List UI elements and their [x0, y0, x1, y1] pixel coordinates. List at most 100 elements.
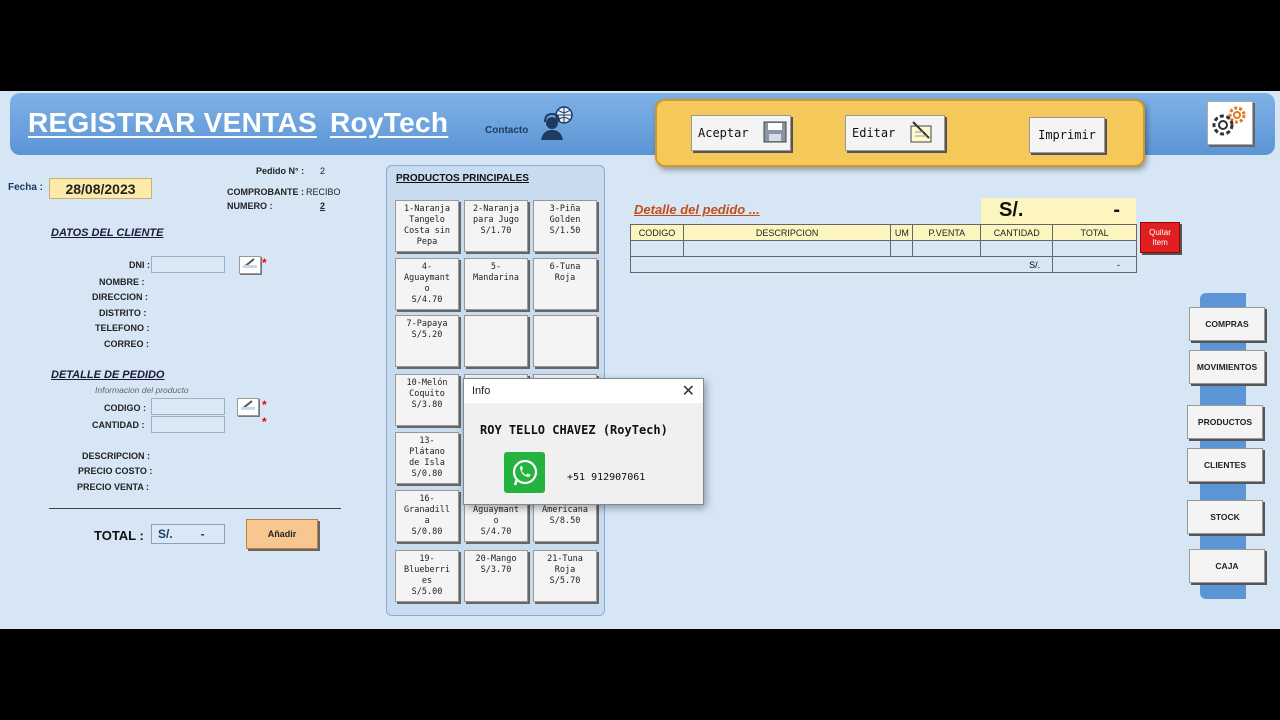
cantidad-field[interactable] — [151, 416, 225, 433]
codigo-label: CODIGO : — [104, 403, 146, 413]
col-um: UM — [890, 224, 914, 241]
aceptar-label: Aceptar — [698, 126, 749, 140]
col-pventa: P.VENTA — [912, 224, 982, 241]
editar-button[interactable]: Editar — [845, 115, 945, 151]
pedido-label: Pedido N° : — [256, 166, 305, 176]
quitar-item-button[interactable]: Quitar Item — [1140, 222, 1180, 253]
product-button[interactable]: 7-Papaya S/5.20 — [395, 315, 459, 367]
codigo-required-mark: * — [262, 398, 267, 412]
codigo-search-button[interactable] — [237, 398, 259, 416]
col-codigo: CODIGO — [630, 224, 684, 241]
dni-label: DNI : — [129, 260, 150, 270]
contact-icon[interactable] — [538, 105, 574, 146]
product-button[interactable]: 16- Granadill a S/0.80 — [395, 490, 459, 542]
numero-value: 2 — [320, 201, 326, 211]
dni-field[interactable] — [151, 256, 225, 273]
product-button[interactable] — [533, 315, 597, 367]
dialog-title: Info — [472, 385, 491, 397]
nav-stock-button[interactable]: STOCK — [1187, 500, 1263, 534]
codigo-field[interactable] — [151, 398, 225, 415]
distrito-label: DISTRITO : — [99, 308, 147, 318]
order-total-currency: S/. — [999, 199, 1024, 221]
pencil-icon — [240, 398, 256, 416]
contact-name: ROY TELLO CHAVEZ (RoyTech) — [480, 423, 668, 437]
correo-label: CORREO : — [104, 339, 149, 349]
fecha-field[interactable]: 28/08/2023 — [49, 178, 152, 199]
product-button[interactable]: 4- Aguaymant o S/4.70 — [395, 258, 459, 310]
total-currency: S/. — [158, 527, 173, 541]
edit-icon — [909, 120, 935, 147]
form-divider — [49, 508, 341, 509]
nav-productos-button[interactable]: PRODUCTOS — [1187, 405, 1263, 439]
save-icon — [763, 121, 787, 146]
fecha-label: Fecha : — [8, 182, 44, 193]
table-row[interactable] — [630, 240, 1137, 257]
page-title: REGISTRAR VENTAS — [28, 107, 317, 138]
dni-search-button[interactable] — [239, 256, 261, 274]
col-total: TOTAL — [1052, 224, 1137, 241]
product-button[interactable]: 5- Mandarina — [464, 258, 528, 310]
descripcion-label: DESCRIPCION : — [82, 451, 151, 461]
dni-required-mark: * — [262, 256, 267, 270]
col-descripcion: DESCRIPCION — [682, 224, 892, 241]
product-button[interactable]: 21-Tuna Roja S/5.70 — [533, 550, 597, 602]
cantidad-required-mark: * — [262, 415, 267, 429]
imprimir-label: Imprimir — [1038, 128, 1096, 142]
dialog-titlebar: Info ✕ — [464, 379, 703, 403]
info-dialog: Info ✕ ROY TELLO CHAVEZ (RoyTech) +51 91… — [463, 378, 704, 505]
app-window: REGISTRAR VENTAS RoyTech Contacto Acepta… — [0, 91, 1280, 629]
anadir-button[interactable]: Añadir — [246, 519, 318, 549]
product-button[interactable]: 2-Naranja para Jugo S/1.70 — [464, 200, 528, 252]
pedido-value: 2 — [320, 166, 326, 176]
total-label: TOTAL : — [94, 528, 144, 543]
nav-movimientos-button[interactable]: MOVIMIENTOS — [1189, 350, 1265, 384]
product-button[interactable]: 3-Piña Golden S/1.50 — [533, 200, 597, 252]
contact-label[interactable]: Contacto — [485, 125, 528, 136]
pencil-icon — [242, 256, 258, 274]
nombre-label: NOMBRE : — [99, 277, 145, 287]
cantidad-label: CANTIDAD : — [92, 420, 145, 430]
gear-icon — [1210, 103, 1250, 144]
nav-compras-button[interactable]: COMPRAS — [1189, 307, 1265, 341]
products-title: PRODUCTOS PRINCIPALES — [396, 173, 529, 184]
aceptar-button[interactable]: Aceptar — [691, 115, 791, 151]
col-cantidad: CANTIDAD — [980, 224, 1054, 241]
product-button[interactable]: 19- Blueberri es S/5.00 — [395, 550, 459, 602]
action-toolbar: Aceptar Editar Imprimir — [655, 99, 1145, 167]
contact-phone: +51 912907061 — [567, 472, 646, 483]
comprobante-label: COMPROBANTE : — [227, 187, 304, 197]
detalle-form-subtitle: Informacion del producto — [95, 385, 189, 395]
table-footer-row: S/. - — [629, 256, 1137, 273]
comprobante-value: RECIBO — [306, 187, 341, 197]
order-total-amount: - — [1113, 199, 1120, 221]
brand-title: RoyTech — [330, 107, 449, 138]
product-button[interactable]: 6-Tuna Roja — [533, 258, 597, 310]
order-table: CODIGO DESCRIPCION UM P.VENTA CANTIDAD T… — [629, 224, 1137, 273]
telefono-label: TELEFONO : — [95, 323, 150, 333]
precio-venta-label: PRECIO VENTA : — [77, 482, 150, 492]
total-amount: - — [200, 527, 205, 541]
product-button[interactable] — [464, 315, 528, 367]
detalle-form-title: DETALLE DE PEDIDO — [51, 369, 165, 381]
close-icon[interactable]: ✕ — [682, 381, 695, 401]
product-button[interactable]: 13- Plátano de Isla S/0.80 — [395, 432, 459, 484]
footer-amount: - — [1052, 256, 1137, 273]
imprimir-button[interactable]: Imprimir — [1029, 117, 1105, 153]
whatsapp-icon[interactable] — [504, 452, 545, 493]
footer-currency: S/. — [629, 256, 1054, 273]
order-total-display: S/. - — [981, 198, 1136, 224]
precio-costo-label: PRECIO COSTO : — [78, 466, 153, 476]
product-button[interactable]: 10-Melón Coquito S/3.80 — [395, 374, 459, 426]
cliente-section-title: DATOS DEL CLIENTE — [51, 227, 164, 239]
product-button[interactable]: 20-Mango S/3.70 — [464, 550, 528, 602]
order-table-header: CODIGO DESCRIPCION UM P.VENTA CANTIDAD T… — [630, 224, 1137, 241]
detalle-title: Detalle del pedido ... — [634, 202, 760, 217]
numero-label: NUMERO : — [227, 201, 273, 211]
total-field: S/. - — [151, 524, 225, 544]
product-button[interactable]: 1-Naranja Tangelo Costa sin Pepa — [395, 200, 459, 252]
settings-button[interactable] — [1207, 101, 1253, 145]
nav-clientes-button[interactable]: CLIENTES — [1187, 448, 1263, 482]
editar-label: Editar — [852, 126, 896, 140]
direccion-label: DIRECCION : — [92, 292, 148, 302]
nav-caja-button[interactable]: CAJA — [1189, 549, 1265, 583]
